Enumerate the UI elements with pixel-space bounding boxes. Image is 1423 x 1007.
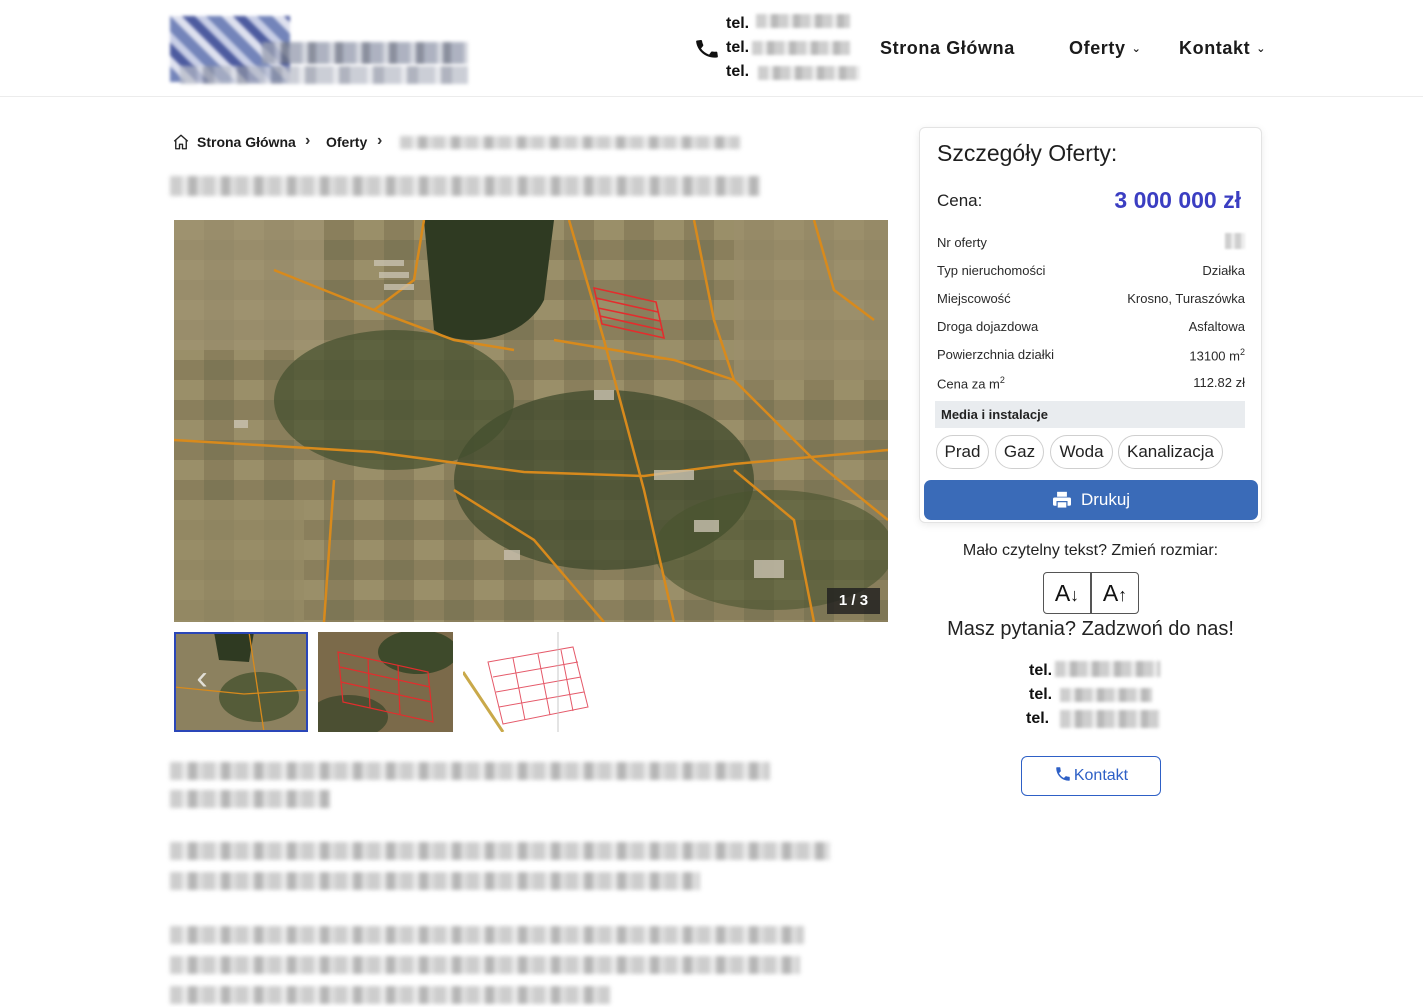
price-label: Cena:: [937, 191, 983, 210]
detail-value-property-type: Działka: [1202, 263, 1245, 278]
description-blurred: [170, 790, 330, 808]
nav-contact[interactable]: Kontakt ⌄: [1179, 38, 1266, 59]
print-button-label: Drukuj: [1080, 490, 1131, 509]
plot-area-unit-sup: 2: [1239, 347, 1245, 357]
decrease-font-button[interactable]: A↓: [1043, 572, 1091, 614]
sidebar-phone-number-blurred[interactable]: [1060, 710, 1160, 728]
detail-value-location: Krosno, Turaszówka: [1127, 291, 1245, 306]
offer-title-blurred: [170, 176, 760, 196]
media-chip-electricity: Prad: [936, 435, 989, 469]
sidebar-phone-label: tel.: [1029, 686, 1053, 703]
breadcrumb-current-blurred: [400, 136, 740, 149]
header-phone-label: tel.: [726, 39, 750, 56]
chevron-right-icon: ›: [305, 132, 311, 149]
gallery-thumb-3[interactable]: [463, 632, 598, 732]
arrow-down-icon: ↓: [1070, 585, 1080, 605]
description-blurred: [170, 986, 610, 1004]
header-phone-number-blurred[interactable]: [758, 66, 860, 80]
gallery-main-image[interactable]: 1 / 3: [174, 220, 888, 622]
nav-contact-label: Kontakt: [1179, 38, 1251, 58]
header-phone-label: tel.: [726, 63, 750, 80]
plot-area-value: 13100 m: [1189, 348, 1240, 364]
detail-value-access-road: Asfaltowa: [1188, 319, 1245, 334]
header-phone-label: tel.: [726, 15, 750, 32]
chevron-right-icon: ›: [377, 132, 383, 149]
nav-home-label: Strona Główna: [880, 38, 1015, 58]
font-size-controls: A↓ A↑: [1043, 572, 1139, 614]
breadcrumb-offers[interactable]: Oferty: [326, 134, 367, 150]
description-blurred: [170, 762, 770, 780]
offer-details-card: Szczegóły Oferty: Cena: 3 000 000 zł Nr …: [919, 127, 1262, 523]
detail-value-plot-area: 13100 m2: [1189, 347, 1245, 363]
header-phones: tel. tel. tel.: [690, 10, 870, 86]
increase-font-letter: A: [1102, 580, 1119, 606]
contact-button-label: Kontakt: [1073, 767, 1129, 784]
phone-icon: [1056, 767, 1070, 781]
home-icon[interactable]: [172, 133, 190, 151]
detail-label-access-road: Droga dojazdowa: [937, 319, 1039, 334]
detail-value-price-per-m2: 112.82 zł: [1193, 375, 1245, 390]
chevron-down-icon: ⌄: [1256, 43, 1267, 55]
chevron-down-icon: ⌄: [1131, 43, 1142, 55]
aerial-map-photo: [174, 220, 888, 622]
breadcrumb-home[interactable]: Strona Główna: [197, 134, 296, 150]
header-phone-number-blurred[interactable]: [752, 41, 850, 55]
site-header: tel. tel. tel. Strona Główna Oferty ⌄ Kon…: [0, 0, 1423, 97]
decrease-font-letter: A: [1054, 580, 1071, 606]
nav-offers-label: Oferty: [1069, 38, 1126, 58]
details-title: Szczegóły Oferty:: [937, 140, 1118, 166]
site-logo[interactable]: [170, 16, 470, 90]
nav-home[interactable]: Strona Główna: [880, 38, 1015, 59]
sidebar-phone-label: tel.: [1026, 710, 1050, 727]
printer-icon: [1052, 491, 1071, 509]
media-chip-water: Woda: [1050, 435, 1113, 469]
detail-label-price-per-m2: Cena za m2: [937, 375, 1005, 391]
logo-text-blurred: [262, 42, 468, 64]
sidebar-phone-number-blurred[interactable]: [1055, 661, 1160, 677]
sidebar-phone-label: tel.: [1029, 662, 1053, 679]
sidebar-phone-number-blurred[interactable]: [1060, 688, 1152, 702]
logo-tagline-blurred: [180, 66, 468, 84]
price-value: 3 000 000 zł: [1114, 187, 1241, 213]
chevron-left-icon[interactable]: ‹: [186, 660, 218, 696]
detail-value-offer-number-blurred: [1225, 233, 1245, 249]
print-button[interactable]: Drukuj: [924, 480, 1258, 520]
price-per-m2-label: Cena za m: [937, 376, 1000, 392]
gallery-thumb-2[interactable]: [318, 632, 453, 732]
thumb-plot-photo: [318, 632, 453, 732]
call-us-text: Masz pytania? Zadzwoń do nas!: [947, 618, 1234, 640]
nav-offers[interactable]: Oferty ⌄: [1069, 38, 1141, 59]
resize-text-hint: Mało czytelny tekst? Zmień rozmiar:: [962, 542, 1219, 559]
media-chip-sewage: Kanalizacja: [1118, 435, 1223, 469]
media-heading: Media i instalacje: [935, 401, 1245, 428]
description-blurred: [170, 956, 800, 974]
media-chip-gas: Gaz: [995, 435, 1044, 469]
description-blurred: [170, 926, 804, 944]
detail-label-location: Miejscowość: [937, 291, 1011, 306]
gallery-counter: 1 / 3: [827, 588, 880, 614]
arrow-up-icon: ↑: [1118, 585, 1128, 605]
price-per-m2-sup: 2: [999, 375, 1005, 385]
header-phone-number-blurred[interactable]: [756, 14, 850, 28]
detail-label-offer-number: Nr oferty: [937, 235, 987, 250]
detail-label-property-type: Typ nieruchomości: [937, 263, 1046, 278]
detail-label-plot-area: Powierzchnia działki: [937, 347, 1055, 362]
phone-icon: [696, 40, 718, 58]
thumb-plot-map: [463, 632, 598, 732]
description-blurred: [170, 872, 700, 890]
increase-font-button[interactable]: A↑: [1091, 572, 1139, 614]
description-blurred: [170, 842, 830, 860]
contact-button[interactable]: Kontakt: [1021, 756, 1161, 796]
